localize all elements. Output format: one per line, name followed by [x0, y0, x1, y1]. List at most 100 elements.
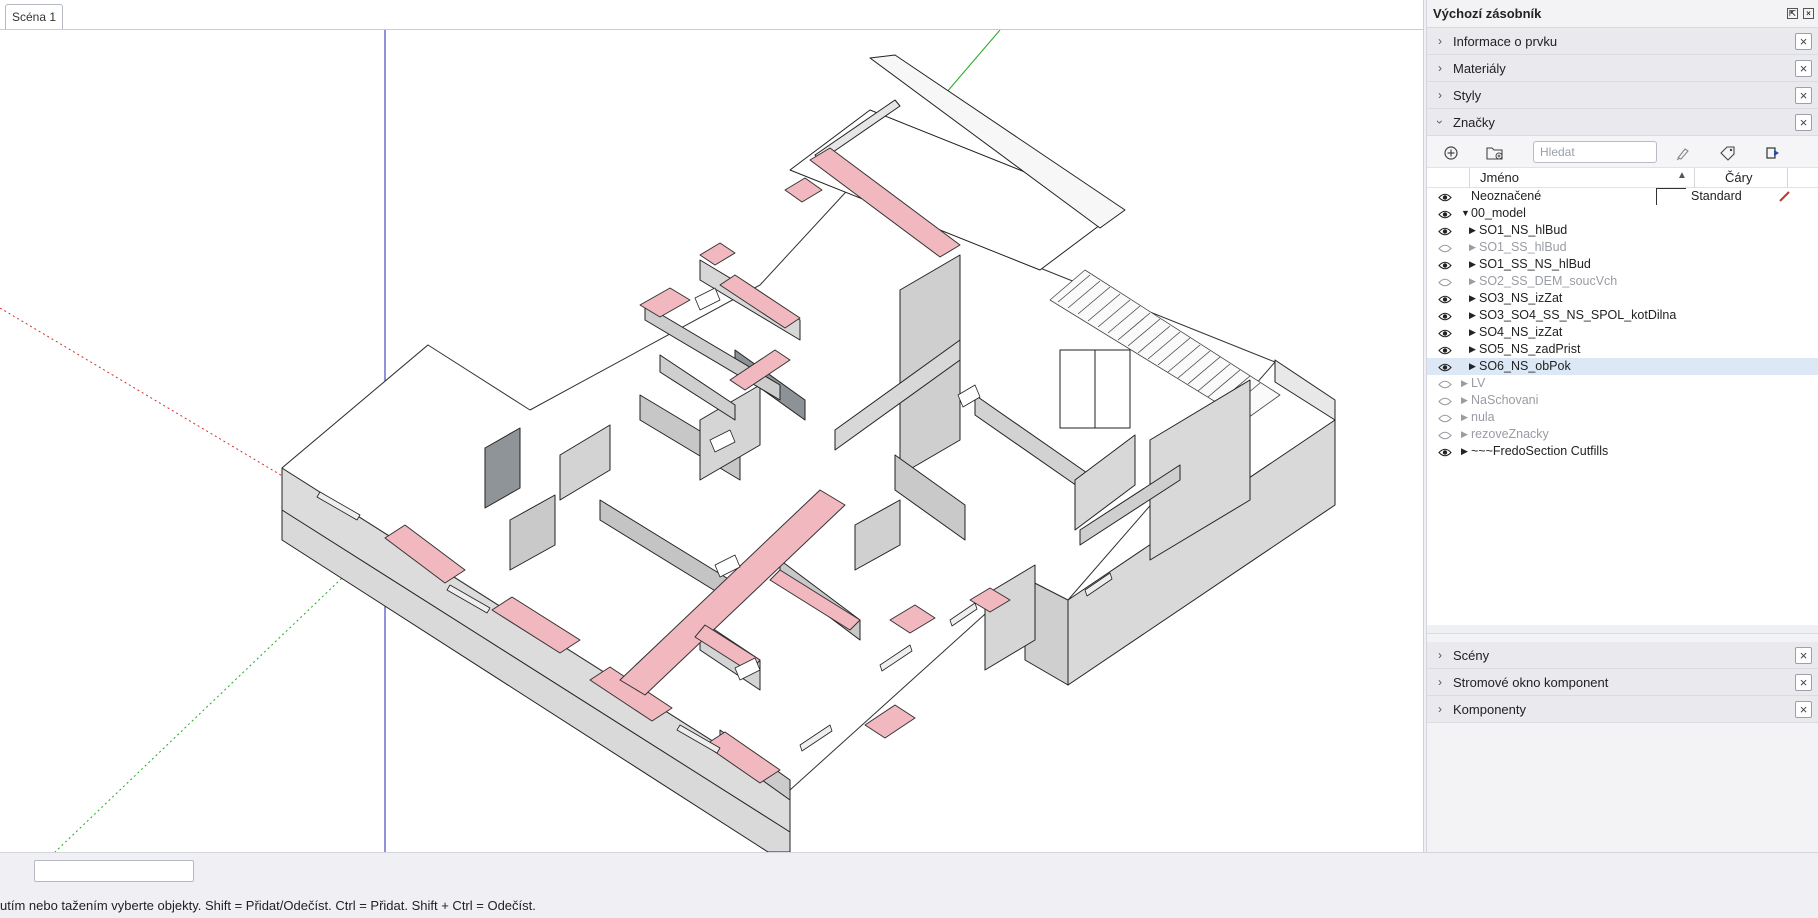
eye-icon[interactable] — [1438, 446, 1452, 457]
scene-tab[interactable]: Scéna 1 — [5, 4, 64, 29]
color-by-tag-icon[interactable] — [1718, 143, 1738, 163]
expand-right-icon[interactable]: ▶ — [1469, 273, 1476, 290]
eye-icon[interactable] — [1438, 327, 1452, 338]
panel-scenes[interactable]: › Scény × — [1427, 642, 1818, 669]
close-icon[interactable]: × — [1795, 701, 1812, 718]
close-icon[interactable]: × — [1795, 87, 1812, 104]
eye-icon[interactable] — [1438, 310, 1452, 321]
tag-name[interactable]: Neoznačené — [1471, 188, 1541, 205]
panel-title: Značky — [1453, 114, 1495, 130]
expand-right-icon[interactable]: ▶ — [1469, 324, 1476, 341]
expand-right-icon[interactable]: ▶ — [1469, 239, 1476, 256]
line-style-swatch[interactable] — [1656, 188, 1686, 205]
close-tray-icon[interactable]: × — [1803, 8, 1814, 19]
tag-row[interactable]: ▶ SO1_NS_hlBud — [1427, 222, 1818, 239]
panel-title: Komponenty — [1453, 701, 1526, 717]
eye-icon[interactable] — [1438, 225, 1452, 236]
tag-name[interactable]: SO3_SO4_SS_NS_SPOL_kotDilna — [1479, 307, 1676, 324]
tag-name[interactable]: SO3_NS_izZat — [1479, 290, 1562, 307]
tag-row[interactable]: ▶ ~~~FredoSection Cutfills — [1427, 443, 1818, 460]
expand-right-icon[interactable]: ▶ — [1461, 409, 1468, 426]
expand-right-icon[interactable]: ▶ — [1461, 426, 1468, 443]
eye-icon[interactable] — [1438, 344, 1452, 355]
tag-row[interactable]: ▶ SO3_SO4_SS_NS_SPOL_kotDilna — [1427, 307, 1818, 324]
horizontal-scrollbar[interactable] — [1427, 625, 1818, 633]
close-icon[interactable]: × — [1795, 114, 1812, 131]
close-icon[interactable]: × — [1795, 60, 1812, 77]
tag-row[interactable]: ▶ nula — [1427, 409, 1818, 426]
tag-row[interactable]: ▶ SO1_SS_NS_hlBud — [1427, 256, 1818, 273]
paint-icon[interactable] — [1673, 143, 1693, 163]
tag-row[interactable]: ▶ SO4_NS_izZat — [1427, 324, 1818, 341]
tag-row[interactable]: ▶ SO5_NS_zadPrist — [1427, 341, 1818, 358]
tag-row[interactable]: ▶ NaSchovani — [1427, 392, 1818, 409]
tag-name[interactable]: LV — [1471, 375, 1485, 392]
tag-name[interactable]: SO1_SS_hlBud — [1479, 239, 1567, 256]
expand-right-icon[interactable]: ▶ — [1469, 256, 1476, 273]
sort-up-icon[interactable]: ▲ — [1677, 170, 1687, 181]
add-tag-icon[interactable] — [1441, 143, 1461, 163]
expand-right-icon[interactable]: ▶ — [1469, 307, 1476, 324]
expand-right-icon[interactable]: ▶ — [1461, 443, 1468, 460]
measurements-box[interactable] — [34, 860, 194, 882]
eye-hidden-icon[interactable] — [1438, 242, 1452, 253]
tag-row[interactable]: ▶ SO2_SS_DEM_soucVch — [1427, 273, 1818, 290]
close-icon[interactable]: × — [1795, 647, 1812, 664]
tag-name[interactable]: NaSchovani — [1471, 392, 1538, 409]
eye-icon[interactable] — [1438, 361, 1452, 372]
tag-row[interactable]: ▼ 00_model — [1427, 205, 1818, 222]
line-style-label[interactable]: Standard — [1691, 188, 1742, 205]
panel-materials[interactable]: › Materiály × — [1427, 55, 1818, 82]
tag-row[interactable]: ▶ rezoveZnacky — [1427, 426, 1818, 443]
panel-title: Styly — [1453, 87, 1482, 103]
tags-search-input[interactable] — [1533, 141, 1657, 163]
expand-right-icon[interactable]: ▶ — [1469, 358, 1476, 375]
close-icon[interactable]: × — [1795, 674, 1812, 691]
panel-components[interactable]: › Komponenty × — [1427, 696, 1818, 723]
expand-right-icon[interactable]: ▶ — [1461, 375, 1468, 392]
expand-right-icon[interactable]: ▶ — [1461, 392, 1468, 409]
panel-entity-info[interactable]: › Informace o prvku × — [1427, 28, 1818, 55]
eye-hidden-icon[interactable] — [1438, 429, 1452, 440]
add-folder-icon[interactable] — [1485, 143, 1505, 163]
tag-name[interactable]: SO4_NS_izZat — [1479, 324, 1562, 341]
eye-hidden-icon[interactable] — [1438, 378, 1452, 389]
tag-name[interactable]: SO1_NS_hlBud — [1479, 222, 1567, 239]
pin-icon[interactable]: ⇱ — [1787, 8, 1798, 19]
expand-right-icon[interactable]: ▶ — [1469, 222, 1476, 239]
panel-tags[interactable]: › Značky × — [1427, 109, 1818, 136]
close-icon[interactable]: × — [1795, 33, 1812, 50]
3d-model-view[interactable] — [0, 30, 1424, 852]
tag-name[interactable]: SO5_NS_zadPrist — [1479, 341, 1580, 358]
eye-hidden-icon[interactable] — [1438, 276, 1452, 287]
eye-hidden-icon[interactable] — [1438, 412, 1452, 423]
eye-icon[interactable] — [1438, 293, 1452, 304]
chevron-right-icon: › — [1438, 648, 1442, 662]
building-model — [281, 54, 1336, 852]
eye-icon[interactable] — [1438, 191, 1452, 202]
details-icon[interactable] — [1763, 143, 1783, 163]
tag-row[interactable]: ▶ SO6_NS_obPok — [1427, 358, 1818, 375]
panel-outliner[interactable]: › Stromové okno komponent × — [1427, 669, 1818, 696]
tag-name[interactable]: rezoveZnacky — [1471, 426, 1549, 443]
tag-name[interactable]: nula — [1471, 409, 1495, 426]
column-name[interactable]: Jméno — [1480, 170, 1519, 185]
eye-icon[interactable] — [1438, 259, 1452, 270]
eye-hidden-icon[interactable] — [1438, 395, 1452, 406]
panel-styles[interactable]: › Styly × — [1427, 82, 1818, 109]
model-viewport[interactable]: Scéna 1 — [0, 0, 1424, 852]
tag-name[interactable]: ~~~FredoSection Cutfills — [1471, 443, 1608, 460]
tag-name[interactable]: SO1_SS_NS_hlBud — [1479, 256, 1591, 273]
tag-row[interactable]: ▶ SO1_SS_hlBud — [1427, 239, 1818, 256]
expand-right-icon[interactable]: ▶ — [1469, 341, 1476, 358]
tag-name[interactable]: SO6_NS_obPok — [1479, 358, 1571, 375]
tag-name[interactable]: 00_model — [1471, 205, 1526, 222]
column-lines[interactable]: Čáry — [1725, 170, 1752, 185]
tag-row[interactable]: Neoznačené Standard — [1427, 188, 1818, 205]
eye-icon[interactable] — [1438, 208, 1452, 219]
tag-row[interactable]: ▶ LV — [1427, 375, 1818, 392]
tag-row[interactable]: ▶ SO3_NS_izZat — [1427, 290, 1818, 307]
tag-name[interactable]: SO2_SS_DEM_soucVch — [1479, 273, 1617, 290]
expand-down-icon[interactable]: ▼ — [1461, 205, 1470, 222]
expand-right-icon[interactable]: ▶ — [1469, 290, 1476, 307]
